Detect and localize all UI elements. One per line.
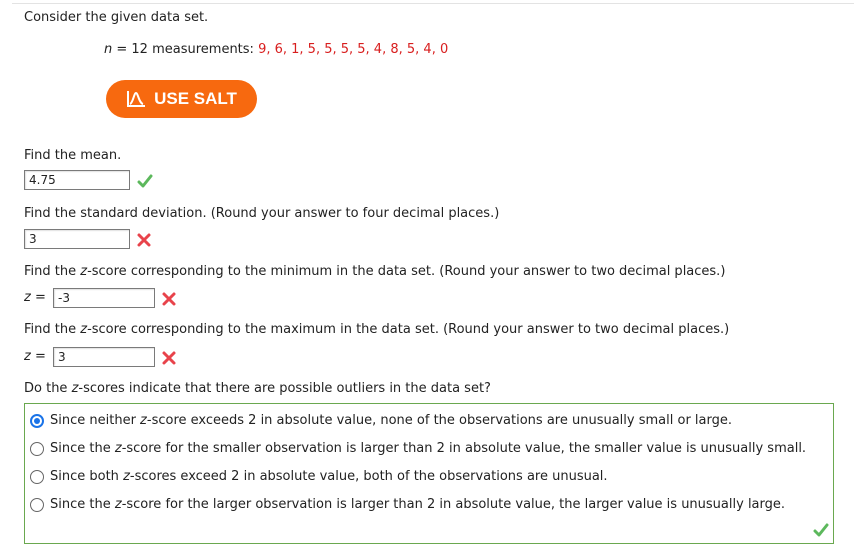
zmax-prompt: Find the z-score corresponding to the ma…	[24, 322, 730, 337]
top-divider	[12, 3, 854, 4]
incorrect-x-icon	[137, 233, 151, 247]
option-larger-unusual[interactable]: Since the z-score for the larger observa…	[30, 497, 785, 512]
zmin-label: z =	[24, 290, 46, 305]
outliers-prompt: Do the z-scores indicate that there are …	[24, 381, 491, 396]
dataset-values: 9, 6, 1, 5, 5, 5, 5, 4, 8, 5, 4, 0	[258, 42, 449, 57]
mean-prompt: Find the mean.	[24, 148, 122, 163]
salt-chart-icon	[127, 91, 146, 107]
outliers-options: Since neither z-score exceeds 2 in absol…	[24, 403, 834, 544]
incorrect-x-icon	[162, 351, 176, 365]
radio-button[interactable]	[30, 469, 44, 484]
stddev-prompt: Find the standard deviation. (Round your…	[24, 206, 500, 221]
option-label: Since the z-score for the larger observa…	[50, 497, 786, 512]
incorrect-x-icon	[162, 292, 176, 306]
zmax-input[interactable]: 3	[53, 347, 155, 367]
option-label: Since the z-score for the smaller observ…	[50, 441, 807, 456]
radio-button[interactable]	[30, 441, 44, 456]
radio-button[interactable]	[30, 413, 44, 428]
option-label: Since neither z-score exceeds 2 in absol…	[50, 413, 732, 428]
intro-text: Consider the given data set.	[24, 10, 209, 25]
correct-check-icon	[813, 523, 829, 537]
zmax-label: z =	[24, 349, 46, 364]
use-salt-label: USE SALT	[154, 89, 237, 108]
zmin-prompt: Find the z-score corresponding to the mi…	[24, 264, 726, 279]
correct-check-icon	[137, 174, 153, 188]
radio-button[interactable]	[30, 497, 44, 512]
option-both-unusual[interactable]: Since both z-scores exceed 2 in absolute…	[30, 469, 608, 484]
dataset-count: = 12 measurements:	[112, 42, 259, 57]
option-label: Since both z-scores exceed 2 in absolute…	[50, 469, 608, 484]
stddev-input[interactable]: 3	[24, 229, 130, 249]
use-salt-button[interactable]: USE SALT	[106, 80, 257, 118]
zmin-input[interactable]: -3	[53, 288, 155, 308]
n-variable: n	[104, 42, 113, 57]
option-smaller-unusual[interactable]: Since the z-score for the smaller observ…	[30, 441, 806, 456]
mean-input[interactable]: 4.75	[24, 170, 130, 190]
dataset-line: n = 12 measurements: 9, 6, 1, 5, 5, 5, 5…	[104, 42, 448, 57]
option-neither-unusual[interactable]: Since neither z-score exceeds 2 in absol…	[30, 413, 732, 428]
